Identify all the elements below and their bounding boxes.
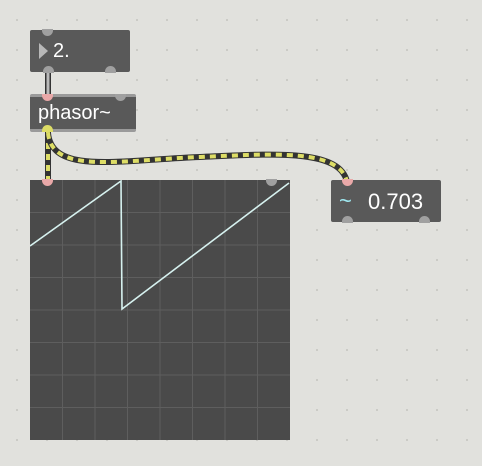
phasor-inlet-right[interactable] (115, 94, 126, 101)
number-box-outlet-left[interactable] (43, 66, 54, 73)
number-tilde-inlet[interactable] (342, 179, 353, 186)
number-tilde[interactable]: ~ 0.703 (331, 179, 441, 223)
number-box[interactable]: 2. (30, 29, 130, 73)
scope-plot (30, 180, 290, 440)
phasor-object-label: phasor~ (38, 102, 111, 124)
phasor-object[interactable]: phasor~ (30, 94, 136, 132)
number-tilde-outlet-right[interactable] (419, 216, 430, 223)
number-tilde-outlet-left[interactable] (342, 216, 353, 223)
number-box-value[interactable]: 2. (53, 41, 70, 61)
signal-tilde-icon: ~ (339, 188, 352, 213)
number-box-outlet-right[interactable] (105, 66, 116, 73)
number-tilde-value: 0.703 (368, 189, 424, 214)
phasor-inlet-left[interactable] (42, 94, 53, 101)
scope-display[interactable] (30, 179, 290, 440)
play-triangle-icon (39, 43, 48, 59)
phasor-outlet[interactable] (42, 125, 53, 132)
number-box-inlet[interactable] (42, 29, 53, 36)
